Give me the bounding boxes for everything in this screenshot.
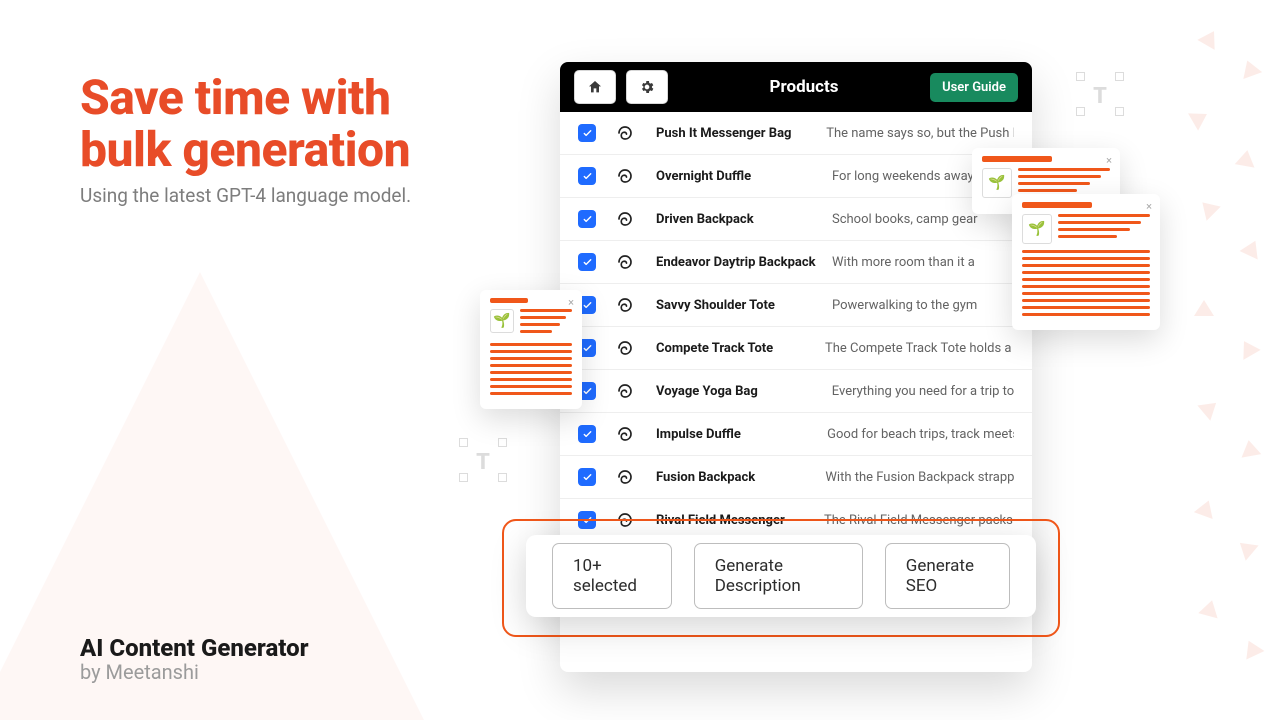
preview-doc-card: × 🌱 (1012, 194, 1160, 330)
bulk-action-bar: 10+ selected Generate Description Genera… (526, 535, 1036, 617)
product-row[interactable]: Savvy Shoulder TotePowerwalking to the g… (560, 284, 1032, 327)
product-description: School books, camp gear (832, 212, 978, 227)
hero-headline: Save time with bulk generation (80, 72, 410, 176)
row-checkbox[interactable] (578, 425, 596, 443)
product-name: Push It Messenger Bag (656, 126, 826, 141)
thumbnail-icon: 🌱 (982, 168, 1012, 198)
ai-icon (616, 382, 634, 400)
product-description: The name says so, but the Push It (826, 126, 1014, 141)
brand-footer: AI Content Generator by Meetanshi (80, 634, 309, 684)
ai-icon (616, 167, 634, 185)
user-guide-button[interactable]: User Guide (930, 73, 1018, 102)
product-name: Compete Track Tote (656, 341, 825, 356)
product-name: Fusion Backpack (656, 470, 825, 485)
close-icon[interactable]: × (1106, 154, 1112, 167)
headline-line: bulk generation (80, 124, 410, 176)
product-description: With more room than it a (832, 255, 975, 270)
ai-icon (616, 425, 634, 443)
home-button[interactable] (574, 70, 616, 104)
product-description: With the Fusion Backpack strappe (825, 470, 1014, 485)
text-frame-icon: T (459, 438, 507, 482)
product-name: Driven Backpack (656, 212, 832, 227)
row-checkbox[interactable] (578, 468, 596, 486)
headline-line: Save time with (80, 72, 410, 124)
thumbnail-icon: 🌱 (490, 309, 514, 333)
products-topbar: Products User Guide (560, 62, 1032, 112)
product-row[interactable]: Driven BackpackSchool books, camp gear (560, 198, 1032, 241)
decorative-pattern (1170, 0, 1280, 720)
product-description: Good for beach trips, track meets (827, 427, 1014, 442)
text-frame-icon: T (1076, 72, 1124, 116)
product-row[interactable]: Push It Messenger BagThe name says so, b… (560, 112, 1032, 155)
brand-title: AI Content Generator (80, 634, 309, 662)
row-checkbox[interactable] (578, 253, 596, 271)
row-checkbox[interactable] (578, 124, 596, 142)
product-name: Endeavor Daytrip Backpack (656, 255, 832, 270)
brand-subtitle: by Meetanshi (80, 660, 309, 684)
ai-icon (616, 339, 634, 357)
product-name: Overnight Duffle (656, 169, 832, 184)
bulk-action-frame: 10+ selected Generate Description Genera… (502, 519, 1060, 637)
product-description: For long weekends away, (832, 169, 976, 184)
product-description: Everything you need for a trip to (832, 384, 1014, 399)
product-row[interactable]: Endeavor Daytrip BackpackWith more room … (560, 241, 1032, 284)
product-name: Impulse Duffle (656, 427, 827, 442)
close-icon[interactable]: × (1146, 200, 1152, 213)
product-description: Powerwalking to the gym (832, 298, 977, 313)
close-icon[interactable]: × (568, 296, 574, 309)
ai-icon (616, 296, 634, 314)
ai-icon (616, 253, 634, 271)
row-checkbox[interactable] (578, 210, 596, 228)
product-row[interactable]: Compete Track ToteThe Compete Track Tote… (560, 327, 1032, 370)
product-name: Savvy Shoulder Tote (656, 298, 832, 313)
product-row[interactable]: Fusion BackpackWith the Fusion Backpack … (560, 456, 1032, 499)
ai-icon (616, 468, 634, 486)
generate-seo-button[interactable]: Generate SEO (885, 543, 1010, 609)
product-row[interactable]: Voyage Yoga BagEverything you need for a… (560, 370, 1032, 413)
panel-title: Products (678, 77, 930, 97)
hero-subhead: Using the latest GPT-4 language model. (80, 184, 411, 207)
product-row[interactable]: Impulse DuffleGood for beach trips, trac… (560, 413, 1032, 456)
home-icon (587, 79, 603, 95)
settings-button[interactable] (626, 70, 668, 104)
row-checkbox[interactable] (578, 167, 596, 185)
ai-icon (616, 210, 634, 228)
preview-doc-card: × 🌱 (480, 290, 582, 409)
generate-description-button[interactable]: Generate Description (694, 543, 863, 609)
ai-icon (616, 124, 634, 142)
thumbnail-icon: 🌱 (1022, 214, 1052, 244)
gear-icon (639, 79, 655, 95)
product-row[interactable]: Overnight DuffleFor long weekends away, (560, 155, 1032, 198)
selection-count[interactable]: 10+ selected (552, 543, 672, 609)
product-description: The Compete Track Tote holds a h (825, 341, 1014, 356)
product-name: Voyage Yoga Bag (656, 384, 832, 399)
